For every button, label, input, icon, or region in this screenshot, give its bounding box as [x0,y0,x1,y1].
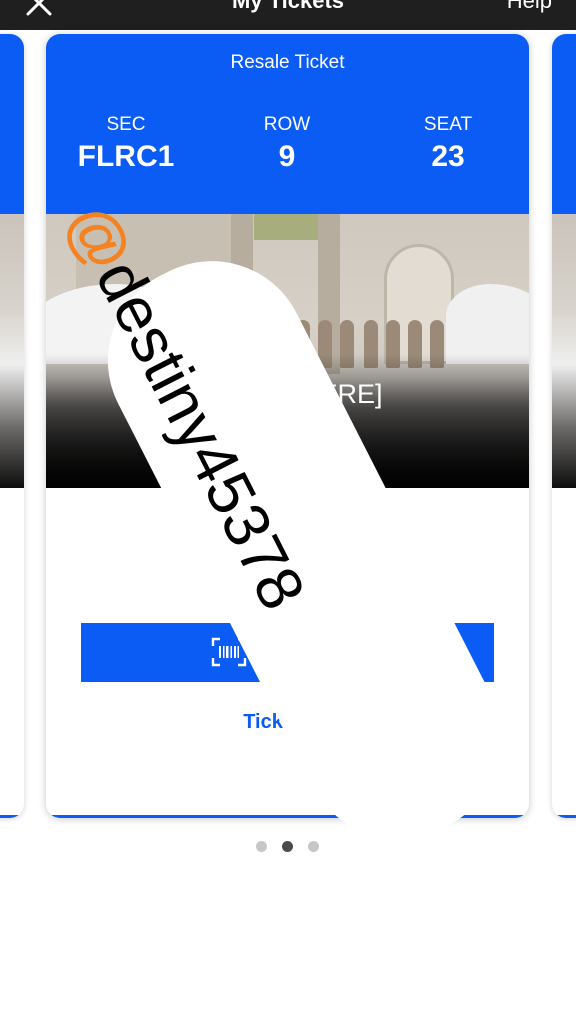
previous-ticket-header [0,34,24,214]
page-title: My Tickets [231,0,345,13]
event-title: SE GHT HERE] [192,379,383,409]
help-link[interactable]: Help [507,0,552,14]
top-bar: My Tickets Help [0,0,576,30]
seat-value: 23 [431,140,465,173]
section-value: FLRC1 [77,140,175,173]
row-value: 9 [278,140,296,173]
view-ticket-label: V [267,639,282,662]
row-label: ROW [263,114,311,135]
next-ticket-card[interactable] [552,34,576,818]
seat-label: SEAT [423,114,473,135]
pager-dot[interactable] [256,841,267,852]
ticket-type-label: Resale Ticket [230,52,345,73]
next-ticket-photo [552,214,576,488]
ticket-header: Resale Ticket SEC FLRC1 ROW 9 SEAT 23 [46,34,529,214]
ticket-bottom-bar [46,815,529,818]
next-ticket-header [552,34,576,214]
ticket-details-link[interactable]: Ticket De [46,711,529,734]
event-subtitle: IN U.S. [243,414,331,444]
seat-block: SEAT 23 [378,114,518,174]
photo-sand-right [446,284,529,364]
section-label: SEC [106,114,146,135]
barcode-scan-icon [211,637,247,667]
view-ticket-button[interactable]: V [81,623,494,682]
photo-window [254,214,319,240]
tickets-screen: My Tickets Help Resale Ticket SEC FLRC1 … [0,0,576,1024]
event-date-venue: Sun, N O Stadium [210,456,365,477]
photo-sand-left [46,284,176,364]
pager-dots [254,841,324,853]
pager-dot[interactable] [308,841,319,852]
previous-ticket-bottom-bar [0,815,24,818]
photo-pillar [231,214,253,374]
next-ticket-bottom-bar [552,815,576,818]
previous-ticket-card[interactable] [0,34,24,818]
event-photo: SE GHT HERE] IN U.S. Sun, N O Stadium [46,214,529,488]
section-block: SEC FLRC1 [56,114,196,174]
previous-ticket-photo [0,214,24,488]
pager-dot-active[interactable] [282,841,293,852]
ticket-card: Resale Ticket SEC FLRC1 ROW 9 SEAT 23 SE… [46,34,529,818]
row-block: ROW 9 [217,114,357,174]
